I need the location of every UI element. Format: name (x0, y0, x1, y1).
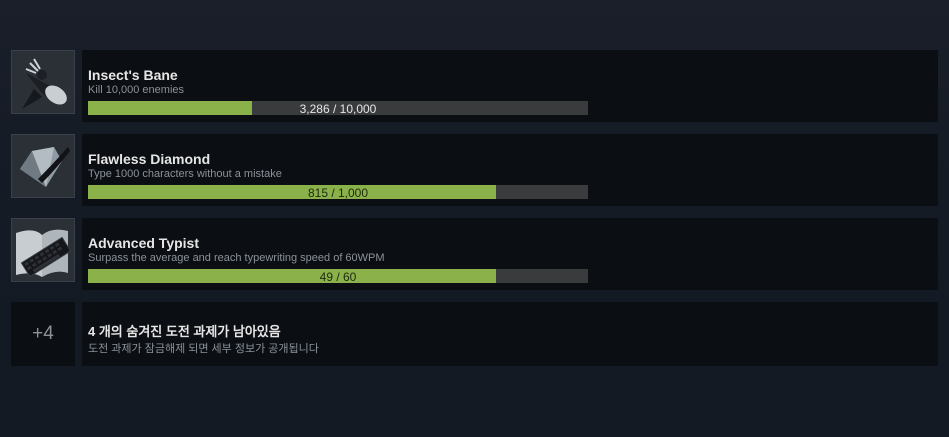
hidden-achievements-description: 도전 과제가 잠금해제 되면 세부 정보가 공개됩니다 (88, 343, 319, 355)
hidden-achievements-title: 4 개의 숨겨진 도전 과제가 남아있음 (88, 324, 281, 339)
achievement-title: Insect's Bane (88, 67, 178, 83)
achievement-title: Advanced Typist (88, 235, 199, 251)
progress-text: 49 / 60 (319, 270, 357, 284)
achievement-description: Type 1000 characters without a mistake (88, 168, 282, 180)
progress-bar: 49 / 60 (88, 269, 588, 284)
progress-text: 3,286 / 10,000 (299, 102, 377, 116)
progress-bar: 3,286 / 10,000 (88, 101, 588, 116)
achievement-panel: Flawless Diamond Type 1000 characters wi… (82, 134, 938, 206)
hidden-count-badge: +4 (11, 302, 75, 366)
achievement-description: Kill 10,000 enemies (88, 84, 185, 96)
achievement-panel: Insect's Bane Kill 10,000 enemies 3,286 … (82, 50, 938, 122)
progress-bar: 815 / 1,000 (88, 185, 588, 200)
achievement-description: Surpass the average and reach typewritin… (88, 252, 385, 264)
achievement-title: Flawless Diamond (88, 151, 211, 167)
hidden-achievements-panel: 4 개의 숨겨진 도전 과제가 남아있음 도전 과제가 잠금해제 되면 세부 정… (82, 302, 938, 366)
diamond-icon (11, 134, 75, 198)
achievement-row: Flawless Diamond Type 1000 characters wi… (11, 134, 938, 208)
insect-spray-icon (11, 50, 75, 114)
achievement-row: Insect's Bane Kill 10,000 enemies 3,286 … (11, 50, 938, 124)
achievement-row: Advanced Typist Surpass the average and … (11, 218, 938, 292)
hidden-achievements-row: +4 4 개의 숨겨진 도전 과제가 남아있음 도전 과제가 잠금해제 되면 세… (11, 302, 938, 366)
progress-text: 815 / 1,000 (307, 186, 369, 200)
keyboard-icon (11, 218, 75, 282)
achievement-list: Insect's Bane Kill 10,000 enemies 3,286 … (11, 50, 938, 376)
achievement-panel: Advanced Typist Surpass the average and … (82, 218, 938, 290)
